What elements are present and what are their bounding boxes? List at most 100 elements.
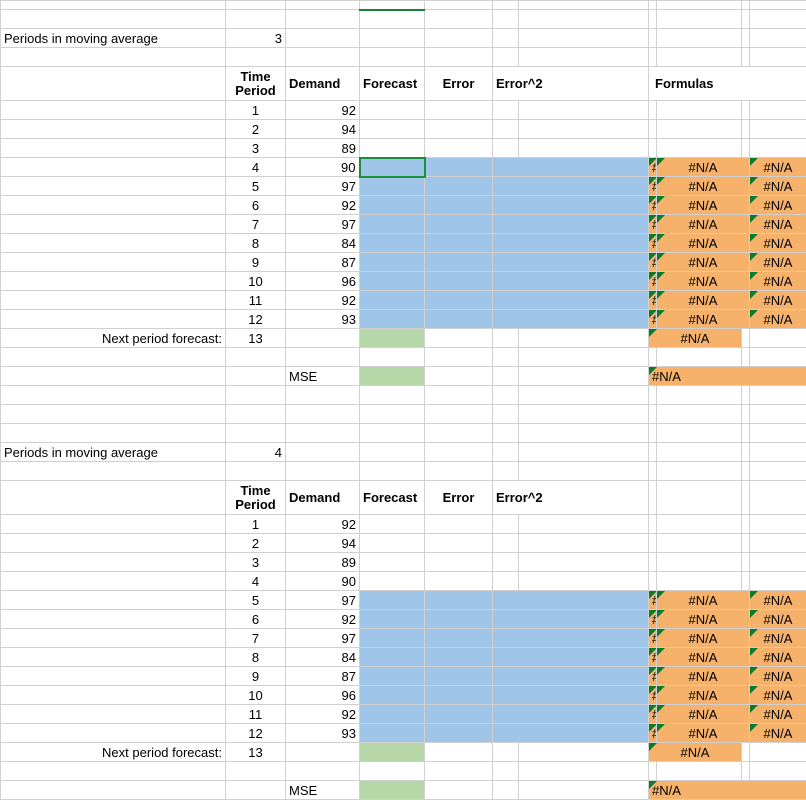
forecast-cell[interactable] xyxy=(360,234,425,253)
forecast-cell[interactable] xyxy=(360,686,425,705)
cell-d[interactable]: 92 xyxy=(286,705,360,724)
cell-t[interactable]: 9 xyxy=(226,667,286,686)
next-period-1[interactable]: 13 xyxy=(226,329,286,348)
error2-cell[interactable] xyxy=(493,686,649,705)
error-cell[interactable] xyxy=(425,629,493,648)
forecast-cell[interactable] xyxy=(360,253,425,272)
formula-cell[interactable]: #N/A xyxy=(750,610,806,629)
cell-d[interactable]: 94 xyxy=(286,120,360,139)
formula-cell[interactable]: #N/A xyxy=(649,610,657,629)
cell-d[interactable]: 92 xyxy=(286,291,360,310)
cell-d[interactable]: 84 xyxy=(286,234,360,253)
cell-t[interactable]: 1 xyxy=(226,101,286,120)
formula-cell[interactable]: #N/A xyxy=(657,253,750,272)
cell-d[interactable]: 92 xyxy=(286,196,360,215)
error-cell[interactable] xyxy=(425,177,493,196)
cell-t[interactable]: 2 xyxy=(226,120,286,139)
cell-d[interactable]: 97 xyxy=(286,591,360,610)
cell-t[interactable]: 8 xyxy=(226,234,286,253)
formula-cell[interactable]: #N/A xyxy=(649,234,657,253)
formula-cell[interactable]: #N/A xyxy=(750,667,806,686)
formula-cell[interactable]: #N/A xyxy=(657,705,750,724)
spreadsheet-grid[interactable]: Periods in moving average 3 Time Period … xyxy=(0,0,806,800)
formula-cell[interactable]: #N/A xyxy=(657,686,750,705)
forecast-cell[interactable] xyxy=(360,610,425,629)
cell-d[interactable]: 92 xyxy=(286,610,360,629)
error-cell[interactable] xyxy=(425,686,493,705)
forecast-cell[interactable] xyxy=(360,215,425,234)
formula-cell[interactable]: #N/A xyxy=(750,158,806,177)
formula-cell[interactable]: #N/A xyxy=(649,591,657,610)
cell-d[interactable]: 97 xyxy=(286,177,360,196)
formula-cell[interactable]: #N/A xyxy=(649,648,657,667)
cell-t[interactable]: 2 xyxy=(226,534,286,553)
cell-d[interactable]: 87 xyxy=(286,667,360,686)
cell-d[interactable]: 92 xyxy=(286,515,360,534)
formula-cell[interactable]: #N/A xyxy=(657,272,750,291)
cell-t[interactable]: 8 xyxy=(226,648,286,667)
periods-value-1[interactable]: 3 xyxy=(226,29,286,48)
forecast-cell[interactable] xyxy=(360,291,425,310)
forecast-cell[interactable] xyxy=(360,648,425,667)
formula-cell[interactable]: #N/A xyxy=(649,667,657,686)
error2-cell[interactable] xyxy=(493,158,649,177)
forecast-cell[interactable] xyxy=(360,177,425,196)
error2-cell[interactable] xyxy=(493,724,649,743)
formula-cell[interactable]: #N/A xyxy=(649,781,806,800)
cell-d[interactable]: 97 xyxy=(286,629,360,648)
formula-cell[interactable]: #N/A xyxy=(657,234,750,253)
cell-t[interactable]: 11 xyxy=(226,291,286,310)
periods-value-2[interactable]: 4 xyxy=(226,443,286,462)
forecast-cell[interactable] xyxy=(360,310,425,329)
cell-d[interactable]: 96 xyxy=(286,686,360,705)
formula-cell[interactable]: #N/A xyxy=(750,591,806,610)
cell-t[interactable]: 5 xyxy=(226,591,286,610)
cell-t[interactable]: 11 xyxy=(226,705,286,724)
cell-t[interactable]: 6 xyxy=(226,196,286,215)
next-forecast-value-2[interactable] xyxy=(360,743,425,762)
error-cell[interactable] xyxy=(425,291,493,310)
error2-cell[interactable] xyxy=(493,253,649,272)
error2-cell[interactable] xyxy=(493,177,649,196)
formula-cell[interactable]: #N/A xyxy=(649,215,657,234)
formula-cell[interactable]: #N/A xyxy=(750,629,806,648)
cell-d[interactable]: 93 xyxy=(286,310,360,329)
cell-t[interactable]: 7 xyxy=(226,215,286,234)
formula-cell[interactable]: #N/A xyxy=(649,291,657,310)
error2-cell[interactable] xyxy=(493,667,649,686)
formula-cell[interactable]: #N/A xyxy=(649,310,657,329)
cell-t[interactable]: 12 xyxy=(226,724,286,743)
mse-value-2[interactable] xyxy=(360,781,425,800)
cell-d[interactable]: 93 xyxy=(286,724,360,743)
next-period-2[interactable]: 13 xyxy=(226,743,286,762)
error2-cell[interactable] xyxy=(493,705,649,724)
error2-cell[interactable] xyxy=(493,272,649,291)
formula-cell[interactable]: #N/A xyxy=(657,291,750,310)
formula-cell[interactable]: #N/A xyxy=(649,629,657,648)
forecast-cell[interactable] xyxy=(360,629,425,648)
formula-cell[interactable]: #N/A xyxy=(649,329,742,348)
error-cell[interactable] xyxy=(425,724,493,743)
cell-t[interactable]: 4 xyxy=(226,158,286,177)
formula-cell[interactable]: #N/A xyxy=(649,686,657,705)
cell-d[interactable]: 96 xyxy=(286,272,360,291)
forecast-cell[interactable] xyxy=(360,724,425,743)
cell-t[interactable]: 3 xyxy=(226,139,286,158)
error2-cell[interactable] xyxy=(493,215,649,234)
forecast-cell[interactable] xyxy=(360,667,425,686)
cell-d[interactable]: 89 xyxy=(286,553,360,572)
error2-cell[interactable] xyxy=(493,610,649,629)
cell-d[interactable]: 89 xyxy=(286,139,360,158)
mse-value-1[interactable] xyxy=(360,367,425,386)
formula-cell[interactable]: #N/A xyxy=(657,648,750,667)
cell-d[interactable]: 87 xyxy=(286,253,360,272)
formula-cell[interactable]: #N/A xyxy=(657,724,750,743)
formula-cell[interactable]: #N/A xyxy=(649,367,806,386)
formula-cell[interactable]: #N/A xyxy=(649,272,657,291)
formula-cell[interactable]: #N/A xyxy=(750,177,806,196)
cell-d[interactable]: 84 xyxy=(286,648,360,667)
next-forecast-value-1[interactable] xyxy=(360,329,425,348)
cell-t[interactable]: 10 xyxy=(226,686,286,705)
error-cell[interactable] xyxy=(425,215,493,234)
formula-cell[interactable]: #N/A xyxy=(750,253,806,272)
